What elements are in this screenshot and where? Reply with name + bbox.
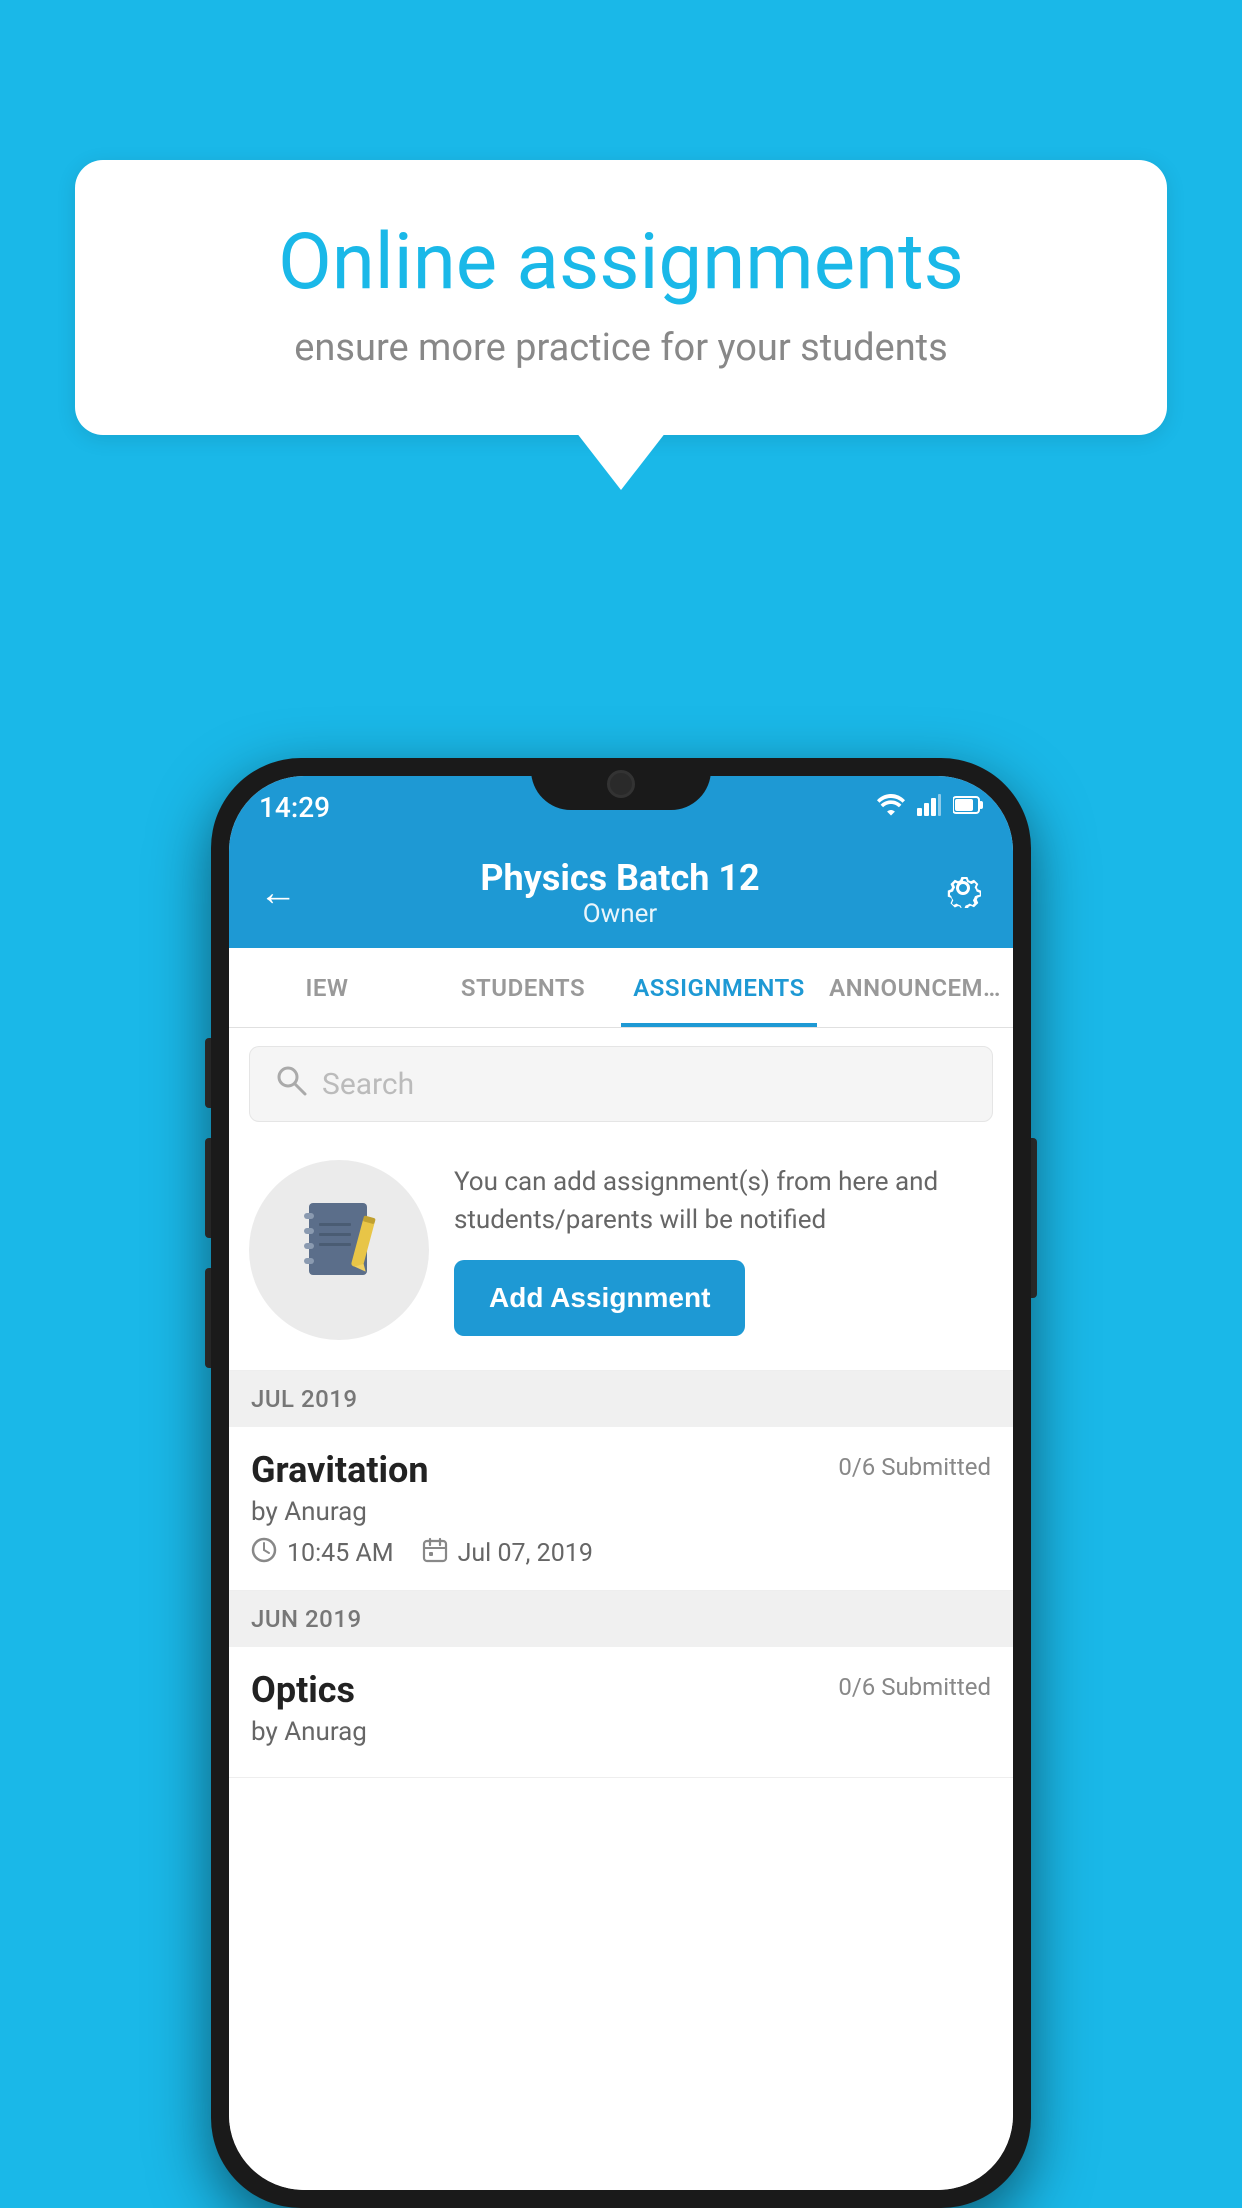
date-meta: Jul 07, 2019 — [422, 1537, 593, 1570]
phone-container: 14:29 — [211, 758, 1031, 2208]
assignment-row1: Gravitation 0/6 Submitted — [251, 1449, 991, 1491]
assignment-meta: 10:45 AM — [251, 1537, 991, 1570]
assignment-name: Gravitation — [251, 1449, 429, 1491]
header-center: Physics Batch 12 Owner — [480, 857, 759, 929]
app-header: ← Physics Batch 12 Owner — [229, 838, 1013, 948]
assignment-item-optics[interactable]: Optics 0/6 Submitted by Anurag — [229, 1647, 1013, 1778]
assignment-by-optics: by Anurag — [251, 1717, 991, 1747]
assignment-name-optics: Optics — [251, 1669, 355, 1711]
promo-text-area: You can add assignment(s) from here and … — [454, 1164, 993, 1335]
phone-screen: 14:29 — [229, 776, 1013, 2190]
search-container: Search — [229, 1028, 1013, 1140]
phone-notch — [531, 758, 711, 810]
assignment-item-gravitation[interactable]: Gravitation 0/6 Submitted by Anurag — [229, 1427, 1013, 1591]
header-title: Physics Batch 12 — [480, 857, 759, 899]
promo-card: You can add assignment(s) from here and … — [229, 1140, 1013, 1371]
speech-bubble-title: Online assignments — [145, 220, 1097, 306]
tab-assignments[interactable]: ASSIGNMENTS — [621, 948, 817, 1027]
search-placeholder: Search — [322, 1067, 414, 1102]
assignment-row1-optics: Optics 0/6 Submitted — [251, 1669, 991, 1711]
assignment-time: 10:45 AM — [287, 1539, 394, 1568]
header-subtitle: Owner — [480, 899, 759, 929]
section-header-jul: JUL 2019 — [229, 1371, 1013, 1427]
status-icons — [877, 794, 983, 820]
submitted-count-optics: 0/6 Submitted — [838, 1673, 991, 1701]
notebook-icon — [299, 1198, 379, 1303]
battery-icon — [953, 795, 983, 819]
speech-bubble-container: Online assignments ensure more practice … — [75, 160, 1167, 435]
add-assignment-button[interactable]: Add Assignment — [454, 1260, 745, 1336]
tabs-bar: IEW STUDENTS ASSIGNMENTS ANNOUNCEM… — [229, 948, 1013, 1028]
signal-icon — [917, 794, 941, 820]
search-bar[interactable]: Search — [249, 1046, 993, 1122]
phone-camera — [607, 770, 635, 798]
assignment-by: by Anurag — [251, 1497, 991, 1527]
tab-announcements[interactable]: ANNOUNCEM… — [817, 948, 1013, 1027]
time-meta: 10:45 AM — [251, 1537, 394, 1570]
status-time: 14:29 — [259, 791, 330, 824]
content-area: Search — [229, 1028, 1013, 2190]
speech-bubble: Online assignments ensure more practice … — [75, 160, 1167, 435]
promo-icon-circle — [249, 1160, 429, 1340]
wifi-icon — [877, 794, 905, 820]
settings-icon[interactable] — [943, 868, 983, 918]
assignment-date: Jul 07, 2019 — [458, 1539, 593, 1568]
search-icon — [275, 1064, 307, 1104]
tab-iew[interactable]: IEW — [229, 948, 425, 1027]
back-button[interactable]: ← — [259, 871, 297, 915]
tab-students[interactable]: STUDENTS — [425, 948, 621, 1027]
phone-outer: 14:29 — [211, 758, 1031, 2208]
submitted-count: 0/6 Submitted — [838, 1453, 991, 1481]
speech-bubble-subtitle: ensure more practice for your students — [145, 326, 1097, 370]
promo-description: You can add assignment(s) from here and … — [454, 1164, 993, 1239]
calendar-icon — [422, 1537, 448, 1570]
clock-icon — [251, 1537, 277, 1570]
section-header-jun: JUN 2019 — [229, 1591, 1013, 1647]
